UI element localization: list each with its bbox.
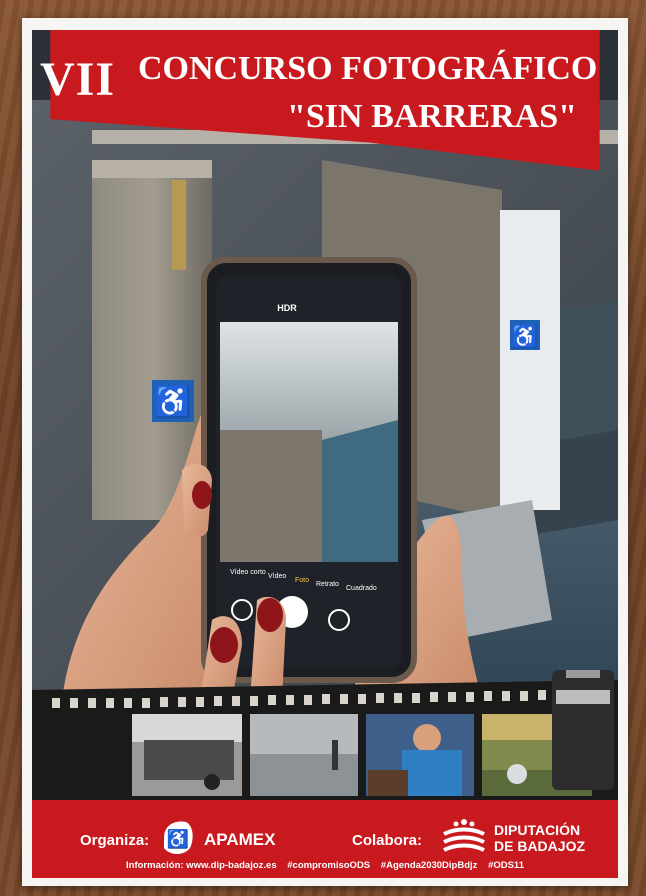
colabora-name: DIPUTACIÓN DE BADAJOZ — [494, 822, 585, 854]
svg-text:♿: ♿ — [511, 324, 538, 349]
title-line-2: "SIN BARRERAS" — [287, 98, 577, 135]
hashtag-1: #compromisoODS — [287, 860, 371, 871]
info-website: Información: www.dip-badajoz.es — [126, 860, 277, 871]
phone-mode-cuadrado: Cuadrado — [346, 585, 377, 592]
film-canister — [552, 670, 614, 790]
edition-number: VII — [40, 53, 116, 106]
diputacion-logo-icon — [443, 819, 485, 852]
contest-poster: ♿ ♿ HDR Vídeo corto Vídeo Foto Retrato C… — [22, 18, 628, 886]
thumbnail-1 — [132, 714, 242, 796]
poster-footer: Organiza: ♿ APAMEX Colabora: DIPUTACIÓN … — [32, 800, 618, 878]
organiza-label: Organiza: — [80, 832, 150, 849]
info-line: Información: www.dip-badajoz.es #comprom… — [32, 860, 618, 871]
svg-text:♿: ♿ — [167, 828, 189, 849]
wheelchair-icon: ♿ — [154, 384, 191, 419]
title-line-1: CONCURSO FOTOGRÁFICO — [138, 50, 598, 87]
hashtag-2: #Agenda2030DipBdjz — [380, 860, 478, 871]
thumbnail-2 — [250, 714, 358, 796]
colabora-label: Colabora: — [352, 832, 423, 849]
phone-mode-retrato: Retrato — [316, 581, 339, 588]
hashtag-3: #ODS11 — [488, 860, 524, 871]
poster-artwork: ♿ ♿ HDR Vídeo corto Vídeo Foto Retrato C… — [32, 30, 618, 878]
phone-mode-video: Vídeo — [268, 573, 286, 580]
phone-hdr-label: HDR — [277, 303, 297, 313]
thumbnail-3 — [366, 714, 474, 796]
main-photo: ♿ ♿ HDR Vídeo corto Vídeo Foto Retrato C… — [32, 100, 618, 700]
phone-mode-video-corto: Vídeo corto — [230, 569, 266, 576]
colabora-line-1: DIPUTACIÓN — [494, 822, 581, 838]
apamex-logo-icon: ♿ — [164, 821, 193, 854]
colabora-line-2: DE BADAJOZ — [494, 838, 586, 854]
organiza-name: APAMEX — [204, 830, 276, 849]
phone-mode-foto: Foto — [295, 577, 309, 584]
